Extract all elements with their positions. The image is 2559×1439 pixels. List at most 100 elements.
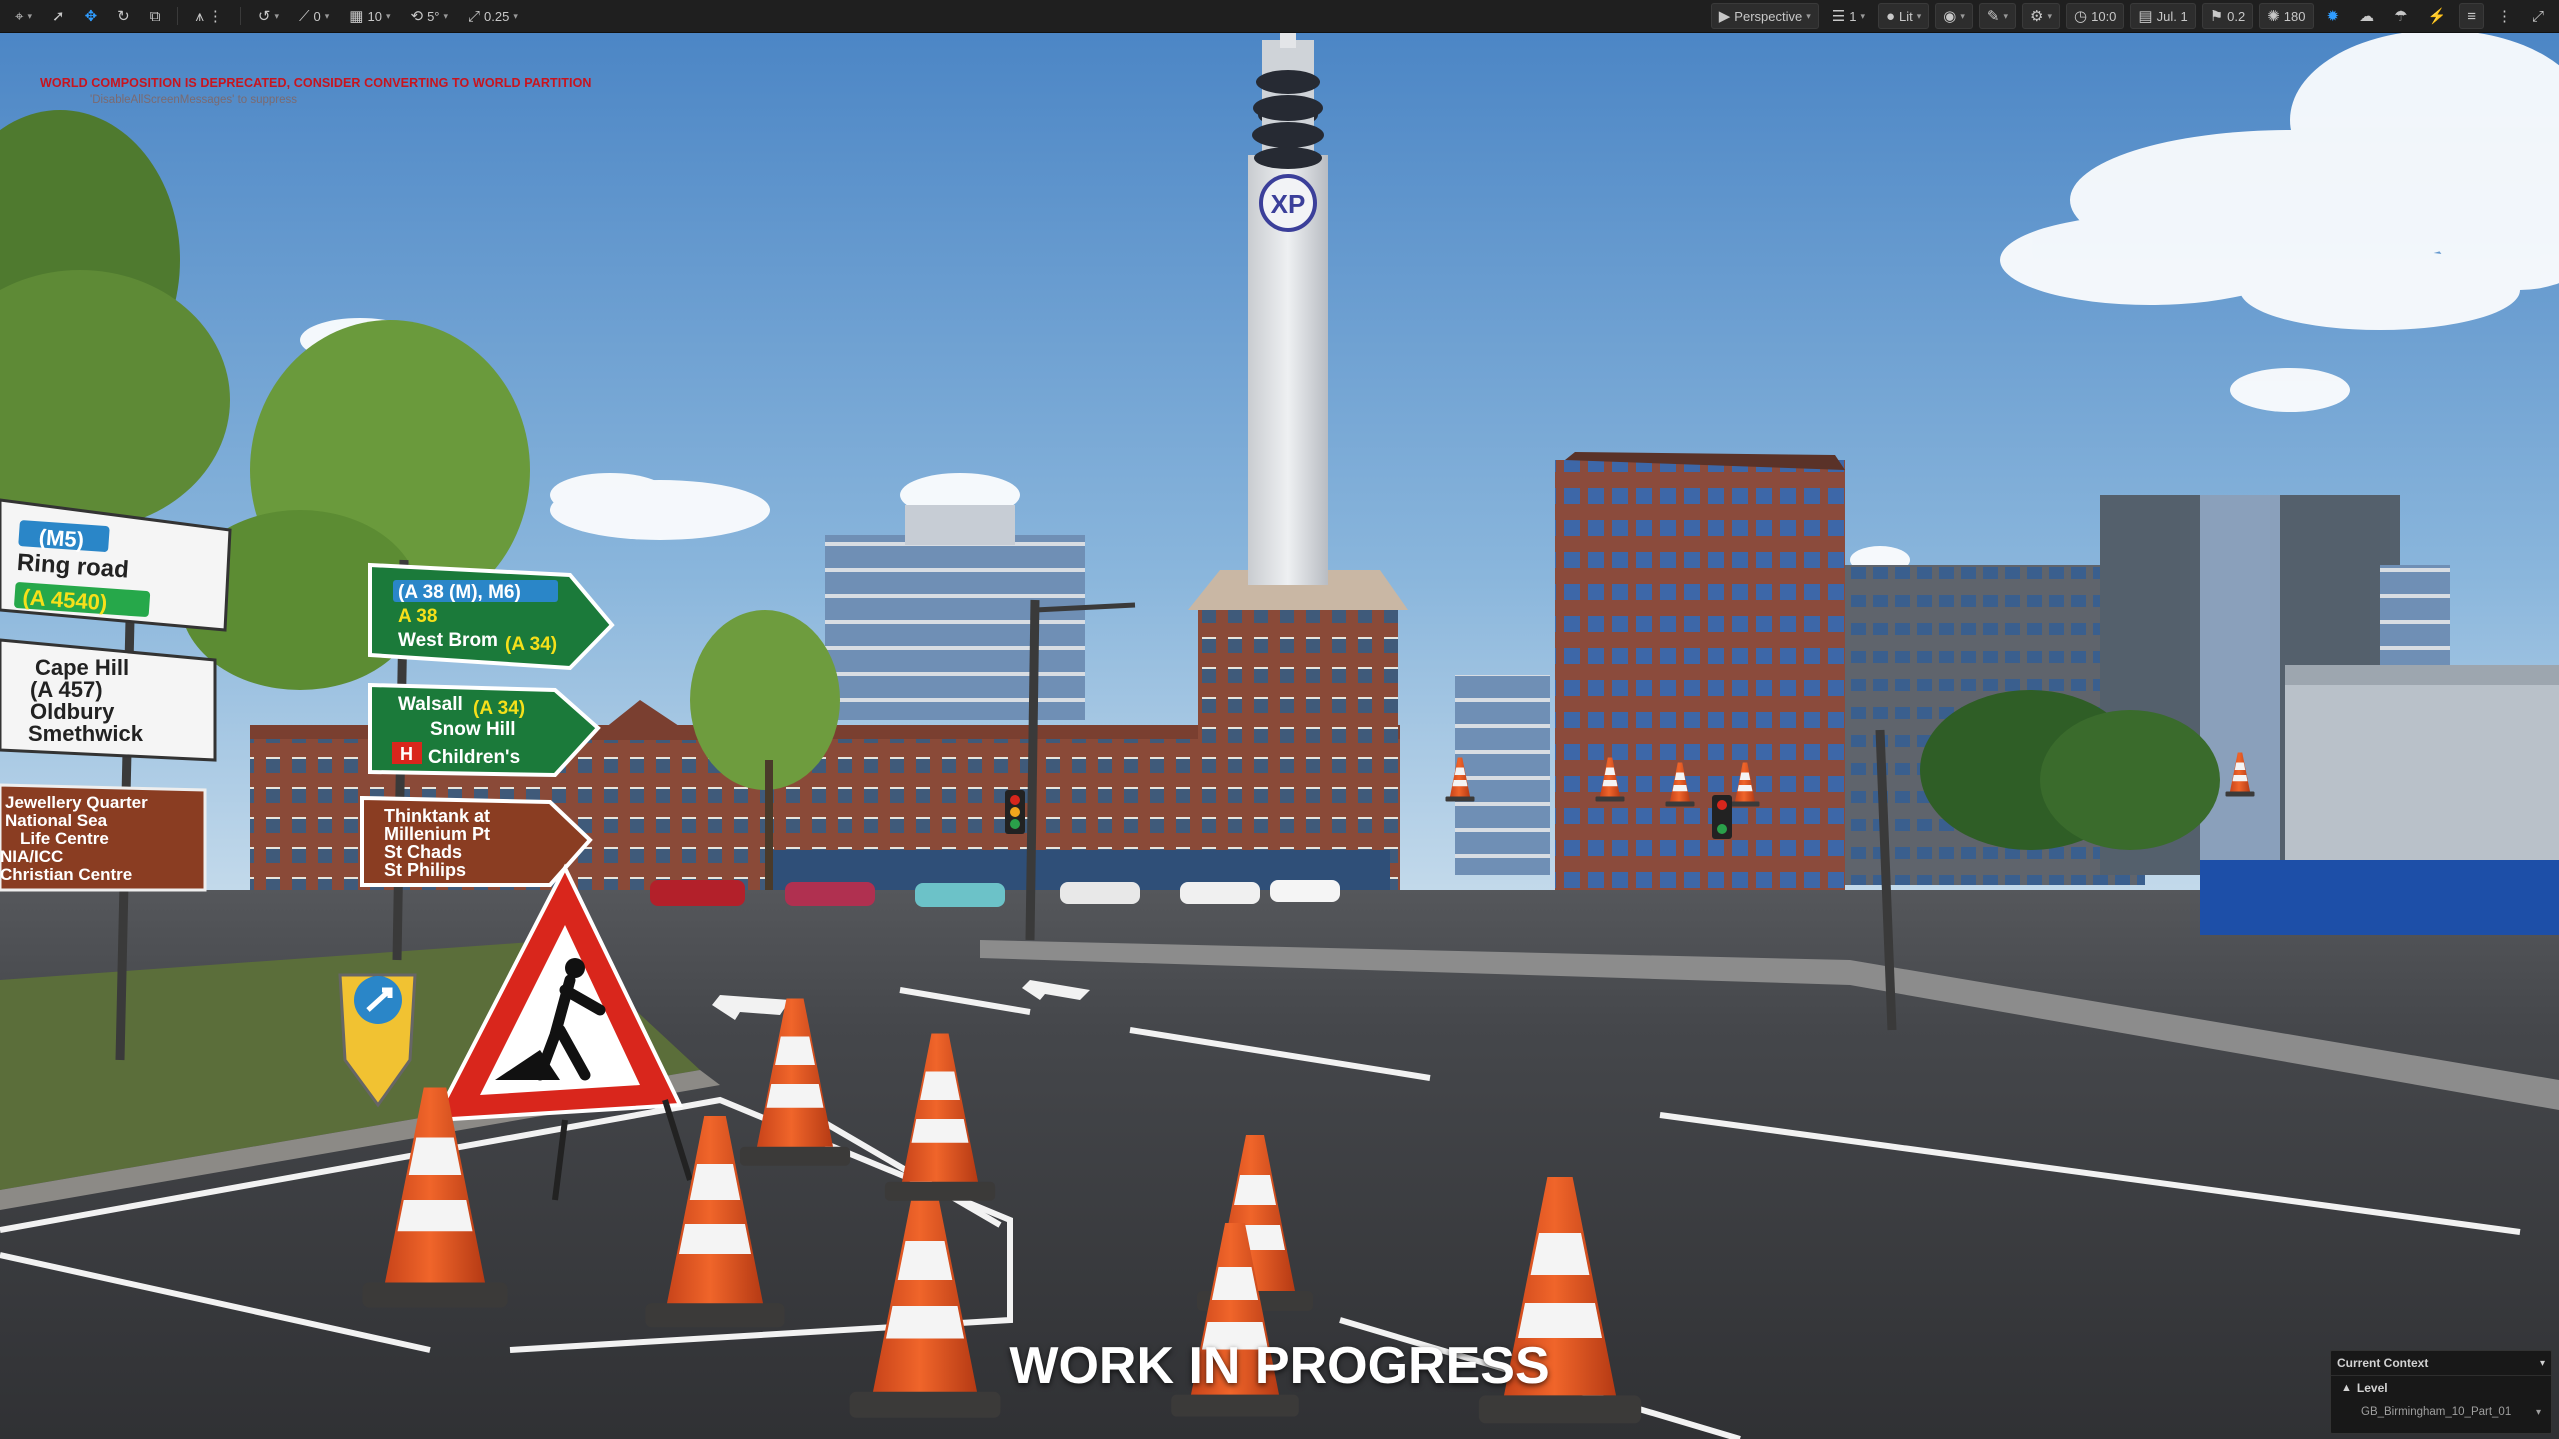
chevron-down-icon: ▾ — [1960, 10, 1965, 21]
show-flags-button[interactable]: ◉ ▾ — [1935, 3, 1973, 29]
lighting-mode-button[interactable]: ● Lit ▾ — [1877, 3, 1930, 29]
snap-icon: ⟋ — [299, 7, 310, 25]
rotate-icon: ↻ — [117, 7, 130, 25]
sign-jewellery-line-2: National Sea — [5, 811, 108, 830]
more-icon: ⋮ — [2496, 7, 2512, 25]
context-title-row[interactable]: Current Context ▾ — [2331, 1351, 2551, 1376]
camera-speed-value: 0.25 — [484, 8, 510, 24]
sign-green-1-line-2: A 38 — [398, 606, 437, 627]
level-icon: ▲ — [2341, 1382, 2352, 1394]
weather-storm-button[interactable]: ⚡ — [2421, 4, 2454, 28]
tower-logo-text: XP — [1271, 189, 1306, 219]
sun-angle-button[interactable]: ✺ 180 — [2259, 3, 2314, 29]
coordinate-system-button[interactable]: ↺ ▾ — [251, 4, 286, 28]
camera-speed-icon: ⤢ — [468, 7, 481, 25]
sign-green-1-line-3: West Brom — [398, 630, 498, 651]
performance-button[interactable]: ✎ ▾ — [1978, 3, 2017, 29]
date-button[interactable]: ▤ Jul. 1 — [2130, 3, 2196, 29]
move-icon: ✥ — [84, 7, 98, 25]
angle-snap-button[interactable]: ⟲ 5° ▾ — [403, 4, 455, 28]
chevron-down-icon: ▾ — [1806, 10, 1811, 21]
map-name: GB_Birmingham_10_Part_01 — [2361, 1406, 2512, 1418]
suppress-hint: 'DisableAllScreenMessages' to suppress — [90, 94, 298, 106]
screen-messages: WORLD COMPOSITION IS DEPRECATED, CONSIDE… — [40, 76, 592, 106]
map-selector[interactable]: GB_Birmingham_10_Part_01 ▾ — [2331, 1400, 2551, 1424]
maximize-icon: ⤢ — [2531, 7, 2544, 25]
sign-brown-thinktank: Thinktank at Millenium Pt St Chads St Ph… — [360, 795, 593, 887]
blue-hoarding — [2200, 860, 2559, 935]
viewport-toolbar: ⌖ ▾ ➚ ✥ ↻ ⧉ ⩚ ⋮ ↺ ▾ ⟋ 0 ▾ ▦ 10 ▾ ⟲ 5° ▾ ⤢ 0.25 ▾ ▶ P… — [0, 0, 2559, 33]
sign-green-2-line-2: Snow Hill — [430, 719, 516, 740]
viewport-layout-value: 1 — [1849, 8, 1857, 24]
snap-rotation-button[interactable]: ⟋ 0 ▾ — [292, 4, 336, 28]
sign-green-2-line-1: Walsall — [398, 694, 463, 715]
scale-icon: ⧉ — [149, 7, 161, 25]
grid-snap-button[interactable]: ▦ 10 ▾ — [342, 4, 397, 28]
rotate-tool-button[interactable]: ↻ — [110, 4, 137, 28]
view-mode-button[interactable]: ▶ Perspective ▾ — [1710, 3, 1819, 29]
translate-tool-button[interactable]: ✥ — [78, 4, 105, 28]
surface-snap-icon: ⩚ — [195, 7, 204, 25]
weather-cloudy-button[interactable]: ☁ — [2352, 4, 2381, 28]
scale-tool-button[interactable]: ⧉ — [143, 4, 168, 28]
level-label: Level — [2356, 1381, 2388, 1395]
bt-tower: XP — [1248, 30, 1328, 585]
sign-green-2-line-3: Children's — [428, 747, 520, 768]
chevron-down-icon: ▾ — [443, 10, 449, 21]
level-viewport[interactable]: XP (M5) Ring road (A 4540) Cape Hill (A … — [0, 0, 2559, 1439]
sun-icon: ✺ — [2267, 7, 2280, 25]
select-mode-button[interactable]: ⌖ ▾ — [8, 4, 39, 28]
time-of-day-button[interactable]: ◷ 10:0 — [2066, 3, 2125, 29]
grid-icon: ▦ — [349, 7, 364, 25]
deprecation-warning: WORLD COMPOSITION IS DEPRECATED, CONSIDE… — [40, 76, 592, 90]
view-mode-label: Perspective — [1734, 8, 1803, 24]
cloud-coverage-button[interactable]: ⚑ 0.2 — [2201, 3, 2254, 29]
wand-icon: ✎ — [1986, 7, 2000, 25]
current-context-panel: Current Context ▾ ▲ Level GB_Birmingham_… — [2330, 1350, 2552, 1434]
context-level-row: ▲ Level — [2331, 1376, 2551, 1400]
eye-icon: ◉ — [1943, 7, 1957, 25]
sign-green-2-road: (A 34) — [473, 698, 525, 719]
sign-brown-line-2: Millenium Pt — [384, 824, 490, 844]
sign-jewellery-line-3: Life Centre — [20, 829, 109, 848]
weather-clear-button[interactable]: ✹ — [2320, 4, 2347, 28]
chevron-down-icon[interactable]: ▾ — [2540, 1358, 2545, 1369]
storm-icon: ⚡ — [2427, 7, 2447, 25]
sign-green-1-top: (A 38 (M), M6) — [398, 582, 521, 603]
viewport-scene[interactable]: XP (M5) Ring road (A 4540) Cape Hill (A … — [0, 0, 2559, 1439]
sign-green-2-hospital: H — [400, 744, 413, 764]
sign-cape-hill-line-4: Smethwick — [28, 721, 144, 746]
sign-brown-line-4: St Philips — [384, 860, 466, 880]
rain-icon: ☂ — [2394, 7, 2408, 25]
toolbar-left: ⌖ ▾ ➚ ✥ ↻ ⧉ ⩚ ⋮ ↺ ▾ ⟋ 0 ▾ ▦ 10 ▾ ⟲ 5° ▾ ⤢ 0.25 ▾ — [0, 0, 533, 32]
chevron-down-icon: ▾ — [1916, 10, 1922, 21]
more-options-button[interactable]: ⋮ — [2490, 4, 2519, 28]
work-in-progress-overlay: WORK IN PROGRESS — [1009, 1337, 1550, 1395]
cursor-icon: ➚ — [51, 7, 65, 25]
menu-button[interactable]: ≡ — [2459, 3, 2484, 29]
sign-jewellery-line-4: NIA/ICC — [0, 847, 63, 866]
toolbar-divider — [239, 7, 241, 25]
weather-rain-button[interactable]: ☂ — [2387, 4, 2414, 28]
camera-speed-button[interactable]: ⤢ 0.25 ▾ — [461, 4, 525, 28]
clock-icon: ◷ — [2074, 7, 2088, 25]
chevron-down-icon: ▾ — [2003, 10, 2009, 21]
viewport-layout-button[interactable]: ☰ 1 ▾ — [1825, 4, 1872, 28]
snap-rotation-value: 0 — [313, 8, 321, 24]
sign-cape-hill: Cape Hill (A 457) Oldbury Smethwick — [0, 638, 217, 762]
chevron-down-icon: ▾ — [2535, 1406, 2541, 1418]
gear-icon: ⚙ — [2030, 7, 2044, 25]
more-icon: ⋮ — [207, 7, 223, 25]
settings-button[interactable]: ⚙ ▾ — [2022, 3, 2061, 29]
lighting-mode-label: Lit — [1899, 8, 1913, 24]
context-title: Current Context — [2337, 1356, 2429, 1370]
toolbar-right: ▶ Perspective ▾ ☰ 1 ▾ ● Lit ▾ ◉ ▾ ✎ ▾ ⚙ ▾ ◷ 10:0 ▤… — [1703, 0, 2559, 32]
surface-snap-button[interactable]: ⩚ ⋮ — [188, 4, 229, 28]
select-mode-icon: ⌖ — [15, 7, 24, 25]
layout-icon: ☰ — [1831, 7, 1846, 25]
select-tool-button[interactable]: ➚ — [45, 4, 72, 28]
maximize-viewport-button[interactable]: ⤢ — [2525, 4, 2551, 28]
chevron-down-icon: ▾ — [513, 10, 518, 21]
date-value: Jul. 1 — [2156, 8, 2188, 24]
sign-green-west-brom: (A 38 (M), M6) A 38 West Brom (A 34) — [368, 562, 615, 671]
